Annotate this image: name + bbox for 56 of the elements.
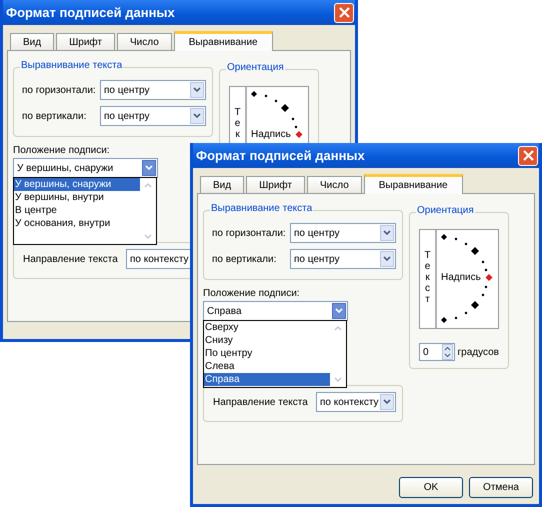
field-label: по горизонтали:: [212, 228, 286, 238]
field-label: по вертикали:: [212, 254, 276, 264]
dropdown[interactable]: по центру: [100, 106, 206, 126]
list-option[interactable]: У основания, внутри: [14, 217, 140, 230]
dropdown[interactable]: по центру: [100, 80, 206, 100]
spin-box[interactable]: 0: [419, 343, 455, 361]
spinner-arrows-icon: [442, 344, 453, 360]
group-title: Ориентация: [226, 62, 285, 73]
chevron-down-icon: [190, 108, 204, 124]
list-option[interactable]: Слева: [204, 360, 330, 373]
field-label: по вертикали:: [22, 110, 86, 122]
list-option[interactable]: У вершины, внутри: [14, 191, 140, 204]
dropdown[interactable]: по центру: [290, 223, 396, 243]
tab[interactable]: Выравнивание: [364, 174, 463, 194]
group-title: Выравнивание текста: [20, 60, 124, 71]
tab[interactable]: Вид: [200, 176, 244, 193]
dropdown[interactable]: Справа: [203, 301, 348, 321]
chevron-down-icon: [190, 82, 204, 98]
orientation-label: Надпись: [441, 272, 481, 283]
tab[interactable]: Шрифт: [246, 176, 305, 193]
dialog-button[interactable]: OK: [399, 477, 463, 498]
tab[interactable]: Число: [307, 176, 362, 193]
vertical-text: Тек: [234, 107, 241, 140]
list-option[interactable]: У вершины, снаружи: [14, 178, 140, 191]
tab[interactable]: Выравнивание: [174, 31, 273, 51]
field-label: Направление текста: [23, 254, 118, 264]
list-option[interactable]: Снизу: [204, 334, 330, 347]
list-option[interactable]: По центру: [204, 347, 330, 360]
close-icon: [522, 149, 534, 162]
chevron-down-icon: [380, 225, 394, 241]
field-label: Направление текста: [213, 396, 308, 408]
list-option[interactable]: Сверху: [204, 321, 330, 334]
list-option[interactable]: В центре: [14, 204, 140, 217]
chevron-down-icon: [380, 251, 394, 267]
field-label: по горизонтали:: [22, 84, 96, 96]
list-option[interactable]: Справа: [204, 373, 330, 386]
close-button[interactable]: [518, 146, 538, 166]
unit-label: градусов: [458, 346, 499, 358]
group-title: Выравнивание текста: [210, 203, 314, 214]
group-title: Ориентация: [416, 205, 475, 216]
tab[interactable]: Вид: [10, 33, 54, 50]
dropdown[interactable]: по контексту: [316, 392, 396, 412]
close-icon: [338, 6, 350, 19]
dropdown[interactable]: У вершины, снаружи: [13, 158, 158, 178]
dialog-button[interactable]: Отмена: [469, 477, 533, 498]
orientation-label: Надпись: [251, 129, 291, 140]
close-button[interactable]: [334, 2, 354, 22]
tab[interactable]: Шрифт: [56, 33, 115, 50]
field-label: Положение подписи:: [13, 145, 111, 156]
tab[interactable]: Число: [117, 33, 172, 50]
vertical-text: Текст: [424, 250, 431, 305]
field-label: Положение подписи:: [203, 288, 301, 299]
orientation-box[interactable]: Текст Надпись: [419, 229, 499, 329]
chevron-down-icon: [380, 394, 394, 410]
dropdown[interactable]: по центру: [290, 249, 396, 269]
window-title: Формат подписей данных: [6, 5, 175, 20]
